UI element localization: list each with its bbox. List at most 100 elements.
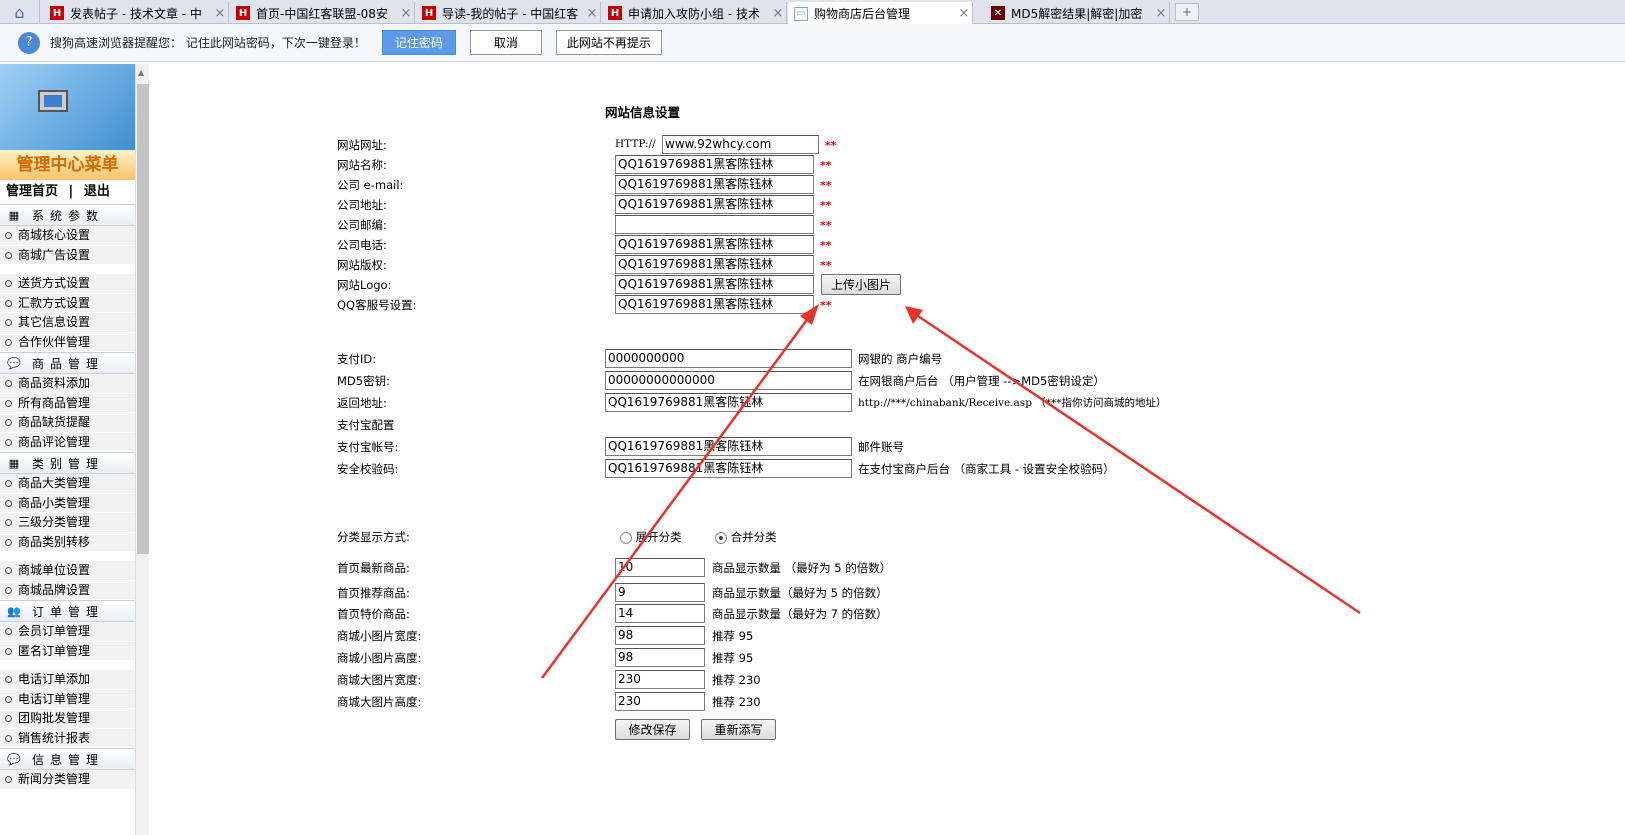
scroll-up-icon[interactable]: ▲: [138, 68, 144, 77]
email-input[interactable]: QQ1619769881黑客陈钰林: [615, 175, 814, 194]
sidebar-item[interactable]: 商品缺货提醒: [0, 413, 135, 433]
sidebar-item[interactable]: 其它信息设置: [0, 313, 135, 333]
radio-expand[interactable]: [620, 531, 632, 544]
logo-input[interactable]: QQ1619769881黑客陈钰林: [615, 275, 814, 294]
home-icon[interactable]: ⌂: [0, 0, 40, 24]
site-name-input[interactable]: QQ1619769881黑客陈钰林: [615, 155, 814, 174]
new-tab-button[interactable]: +: [1175, 3, 1199, 21]
phone-input[interactable]: QQ1619769881黑客陈钰林: [615, 235, 814, 254]
md5-icon: ✕: [991, 6, 1005, 20]
cancel-button[interactable]: 取消: [469, 30, 542, 55]
sidebar-item[interactable]: 所有商品管理: [0, 393, 135, 413]
sidebar-item[interactable]: 三级分类管理: [0, 513, 135, 533]
tab-my-posts[interactable]: H 导读-我的帖子 - 中国红客 ×: [416, 2, 601, 24]
section-categories[interactable]: ▦ 类别管理: [0, 452, 135, 474]
tab-md5[interactable]: ✕ MD5解密结果|解密|加密 ×: [985, 2, 1170, 24]
category-merge-option[interactable]: 合并分类: [715, 529, 777, 545]
address-input[interactable]: QQ1619769881黑客陈钰林: [615, 195, 814, 214]
sidebar-item[interactable]: 商品小类管理: [0, 493, 135, 513]
return-url-input[interactable]: QQ1619769881黑客陈钰林: [605, 393, 852, 412]
md5-note: 在网银商户后台 （用户管理 -->MD5密钥设定）: [858, 374, 1105, 388]
sidebar-item[interactable]: 匿名订单管理: [0, 641, 135, 661]
logout-link[interactable]: 退出: [84, 184, 110, 199]
tab-home[interactable]: H 首页-中国红客联盟-08安 ×: [230, 2, 415, 24]
sidebar-item[interactable]: 电话订单管理: [0, 689, 135, 709]
upload-image-button[interactable]: 上传小图片: [821, 274, 901, 295]
site-url-input[interactable]: www.92whcy.com: [662, 135, 819, 154]
zip-input[interactable]: [615, 215, 814, 234]
required-mark: **: [820, 219, 832, 232]
sidebar-item[interactable]: 会员订单管理: [0, 622, 135, 642]
sidebar-item[interactable]: 新闻分类管理: [0, 770, 135, 790]
h-icon: H: [608, 6, 622, 20]
big-width-input[interactable]: 230: [615, 670, 705, 689]
site-name-label: 网站名称:: [337, 158, 387, 172]
close-icon[interactable]: ×: [1153, 6, 1169, 21]
sidebar-item[interactable]: 商城品牌设置: [0, 580, 135, 600]
sidebar-item[interactable]: 商品类别转移: [0, 532, 135, 552]
recommended-input[interactable]: 9: [615, 583, 705, 602]
pay-id-input[interactable]: 0000000000: [605, 349, 852, 368]
category-display-label: 分类显示方式:: [337, 530, 410, 544]
reset-button[interactable]: 重新添写: [701, 719, 776, 740]
required-mark: **: [820, 259, 832, 272]
section-orders[interactable]: 👥 订单管理: [0, 600, 135, 622]
big-width-label: 商城大图片宽度:: [337, 673, 422, 687]
close-icon[interactable]: ×: [770, 6, 786, 21]
section-info[interactable]: 💬 信息管理: [0, 748, 135, 770]
sidebar-item[interactable]: 团购批发管理: [0, 709, 135, 729]
tab-shop-admin[interactable]: ▭ 购物商店后台管理 ×: [788, 2, 973, 25]
small-height-input[interactable]: 98: [615, 648, 705, 667]
sidebar-item[interactable]: 电话订单添加: [0, 670, 135, 690]
users-icon: 👥: [7, 604, 21, 618]
small-width-input[interactable]: 98: [615, 626, 705, 645]
radio-merge[interactable]: [715, 531, 727, 544]
alipay-key-input[interactable]: QQ1619769881黑客陈钰林: [605, 459, 852, 478]
pay-id-label: 支付ID:: [337, 352, 377, 366]
special-input[interactable]: 14: [615, 604, 705, 623]
tab-post-article[interactable]: H 发表帖子 - 技术文章 - 中 ×: [44, 2, 229, 24]
sidebar-item[interactable]: 销售统计报表: [0, 728, 135, 748]
sidebar-item[interactable]: 送货方式设置: [0, 274, 135, 294]
section-products[interactable]: 💬 商品管理: [0, 352, 135, 374]
alipay-key-note: 在支付宝商户后台 （商家工具 - 设置安全校验码）: [858, 462, 1115, 476]
alipay-account-label: 支付宝帐号:: [337, 440, 399, 454]
pay-id-note: 网银的 商户编号: [858, 352, 943, 366]
alipay-account-input[interactable]: QQ1619769881黑客陈钰林: [605, 437, 852, 456]
sidebar-item[interactable]: 商城广告设置: [0, 245, 135, 265]
remember-password-button[interactable]: 记住密码: [381, 30, 456, 55]
close-icon[interactable]: ×: [398, 6, 414, 21]
radio-expand-label: 展开分类: [635, 530, 682, 544]
sidebar-item[interactable]: 商品大类管理: [0, 474, 135, 494]
never-prompt-button[interactable]: 此网站不再提示: [555, 30, 662, 55]
scroll-thumb[interactable]: [137, 84, 149, 554]
small-height-label: 商城小图片高度:: [337, 651, 422, 665]
copyright-label: 网站版权:: [337, 258, 387, 272]
close-icon[interactable]: ×: [584, 6, 600, 21]
new-products-input[interactable]: 10: [615, 558, 705, 577]
md5-input[interactable]: 00000000000000: [605, 371, 852, 390]
copyright-input[interactable]: QQ1619769881黑客陈钰林: [615, 255, 814, 274]
sidebar-item[interactable]: 汇款方式设置: [0, 293, 135, 313]
close-icon[interactable]: ×: [956, 6, 972, 21]
big-height-input[interactable]: 230: [615, 692, 705, 711]
tab-label: 导读-我的帖子 - 中国红客: [442, 6, 579, 21]
admin-home-link[interactable]: 管理首页: [6, 184, 58, 199]
qq-input[interactable]: QQ1619769881黑客陈钰林: [615, 295, 814, 314]
sidebar-item[interactable]: 商品评论管理: [0, 432, 135, 452]
qq-label: QQ客服号设置:: [337, 298, 417, 312]
sidebar-item[interactable]: 商品资料添加: [0, 374, 135, 394]
sidebar-item[interactable]: 商城核心设置: [0, 226, 135, 246]
http-prefix: HTTP://: [615, 138, 656, 150]
site-info-form: 网站信息设置 网站网址: HTTP:// www.92whcy.com ** 网…: [150, 64, 1625, 835]
tab-apply[interactable]: H 申请加入攻防小组 - 技术 ×: [602, 2, 787, 24]
sidebar-scrollbar[interactable]: ▲: [135, 64, 149, 835]
radio-merge-label: 合并分类: [730, 530, 777, 544]
save-button[interactable]: 修改保存: [615, 719, 690, 740]
site-url-label: 网站网址:: [337, 138, 387, 152]
category-expand-option[interactable]: 展开分类: [620, 529, 682, 545]
section-system[interactable]: ▦ 系统参数: [0, 204, 135, 226]
sidebar-item[interactable]: 商城单位设置: [0, 561, 135, 581]
close-icon[interactable]: ×: [212, 6, 228, 21]
sidebar-item[interactable]: 合作伙伴管理: [0, 332, 135, 352]
